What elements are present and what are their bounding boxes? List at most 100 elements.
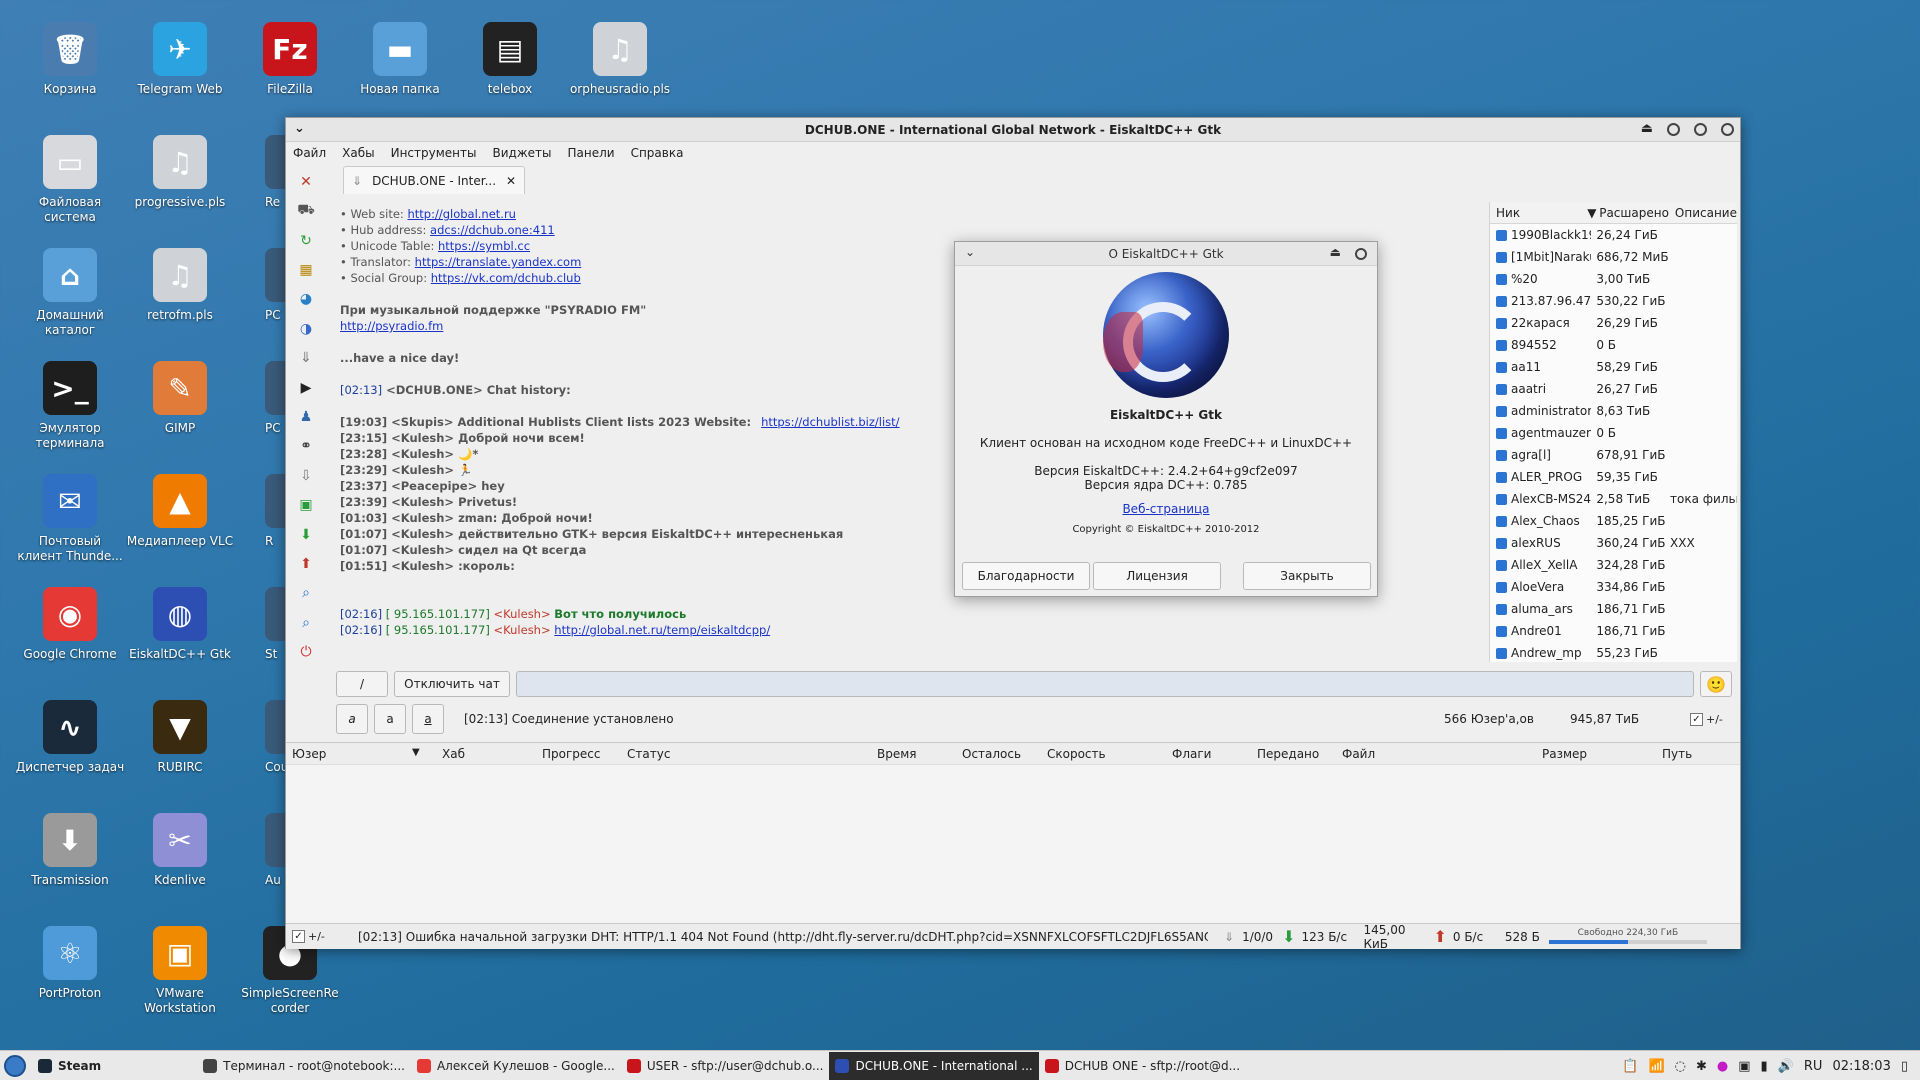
desktop-icon[interactable]: ◉ Google Chrome <box>15 587 125 662</box>
desktop-icon[interactable]: ▬ Новая папка <box>345 22 455 97</box>
chat-link[interactable]: http://global.net.ru <box>407 207 516 221</box>
desktop-icon[interactable]: ⌂ Домашний каталог <box>15 248 125 338</box>
desktop-icon[interactable]: ▼ RUBIRC <box>125 700 235 775</box>
tab-close-icon[interactable]: ✕ <box>506 174 516 188</box>
desktop-icon[interactable]: ▲ Медиаплеер VLC <box>125 474 235 549</box>
desktop-icon[interactable]: ⬇ Transmission <box>15 813 125 888</box>
taskbar-item[interactable]: DCHUB ONE - sftp://root@d... <box>1039 1052 1246 1080</box>
taskbar-item[interactable]: Терминал - root@notebook:... <box>197 1052 411 1080</box>
desktop-icon[interactable]: ▭ Файловая система <box>15 135 125 225</box>
reconnect-icon[interactable]: ↻ <box>294 229 318 252</box>
user-list[interactable]: Ник ▼ Расшарено Описание 1990Blackk19 26,… <box>1489 202 1737 662</box>
col-transferred[interactable]: Передано <box>1257 747 1319 761</box>
user-row[interactable]: AlleX_XellA 324,28 ГиБ <box>1490 554 1737 576</box>
col-file[interactable]: Файл <box>1342 747 1375 761</box>
user-row[interactable]: alexRUS 360,24 ГиБ XXX <box>1490 532 1737 554</box>
desktop-icon[interactable]: ▤ telebox <box>455 22 565 97</box>
taskbar-item[interactable]: DCHUB.ONE - International ... <box>829 1051 1039 1080</box>
finished-icon[interactable]: ⇩ <box>294 464 318 487</box>
user-row[interactable]: AloeVera 334,86 ГиБ <box>1490 576 1737 598</box>
transfers-panel[interactable]: Юзер ▼ Хаб Прогресс Статус Время Осталос… <box>286 742 1740 942</box>
user-row[interactable]: aaatri 26,27 ГиБ <box>1490 378 1737 400</box>
disconnect-icon[interactable]: ✕ <box>294 170 318 193</box>
sort-down-icon[interactable]: ▼ <box>412 747 420 758</box>
bold-button[interactable]: a <box>374 704 406 734</box>
underline-button[interactable]: a <box>412 704 444 734</box>
user-row[interactable]: 213.87.96.47 530,22 ГиБ <box>1490 290 1737 312</box>
col-share[interactable]: Расшарено <box>1593 206 1669 220</box>
menu-file[interactable]: Файл <box>293 146 326 160</box>
chat-link[interactable]: https://vk.com/dchub.club <box>431 271 581 285</box>
msg-nick[interactable]: <Kulesh> <box>494 623 551 637</box>
start-menu-icon[interactable] <box>4 1054 26 1077</box>
log-toggle-checkbox[interactable]: ✓ <box>292 930 305 943</box>
app-tray-icon[interactable]: ● <box>1717 1059 1728 1074</box>
col-flags[interactable]: Флаги <box>1172 747 1211 761</box>
users-icon[interactable]: ♟ <box>294 405 318 428</box>
shade-icon[interactable]: ⏏ <box>1641 121 1653 136</box>
user-row[interactable]: 22карася 26,29 ГиБ <box>1490 312 1737 334</box>
world-icon[interactable]: ◑ <box>294 317 318 340</box>
hash-icon[interactable]: ▣ <box>294 493 318 516</box>
col-speed[interactable]: Скорость <box>1047 747 1106 761</box>
menu-widgets[interactable]: Виджеты <box>492 146 551 160</box>
volume-icon[interactable]: 🔊 <box>1778 1059 1794 1074</box>
taskbar-item[interactable]: Steam <box>32 1052 107 1080</box>
userlist-toggle-checkbox[interactable]: ✓ <box>1690 712 1703 726</box>
desktop-icon[interactable]: ♫ progressive.pls <box>125 135 235 210</box>
menu-panels[interactable]: Панели <box>567 146 614 160</box>
col-size[interactable]: Размер <box>1542 747 1587 761</box>
col-time[interactable]: Время <box>877 747 917 761</box>
desktop-icon[interactable]: Fz FileZilla <box>235 22 345 97</box>
col-desc[interactable]: Описание <box>1669 206 1737 220</box>
user-row[interactable]: [1Mbit]Naraku 686,72 МиБ <box>1490 246 1737 268</box>
close-button[interactable]: Закрыть <box>1243 562 1371 590</box>
expand-arrow-icon[interactable]: ▶ <box>294 376 318 399</box>
desktop-icon[interactable]: ✂ Kdenlive <box>125 813 235 888</box>
smile-button[interactable]: 🙂 <box>1700 671 1732 697</box>
col-user[interactable]: Юзер <box>292 747 326 761</box>
italic-button[interactable]: a <box>336 704 368 734</box>
clipboard-icon[interactable]: 📋 <box>1622 1059 1638 1074</box>
keyboard-layout[interactable]: RU <box>1804 1059 1823 1074</box>
user-row[interactable]: Andre01 186,71 ГиБ <box>1490 620 1737 642</box>
col-status[interactable]: Статус <box>627 747 670 761</box>
user-row[interactable]: administrator 8,63 ТиБ <box>1490 400 1737 422</box>
credits-button[interactable]: Благодарности <box>962 562 1090 590</box>
col-remaining[interactable]: Осталось <box>962 747 1021 761</box>
bluetooth-icon[interactable]: ✱ <box>1696 1059 1707 1074</box>
user-row[interactable]: %20 3,00 ТиБ <box>1490 268 1737 290</box>
battery-icon[interactable]: ▮ <box>1761 1059 1768 1074</box>
window-titlebar[interactable]: ⌄ DCHUB.ONE - International Global Netwo… <box>286 118 1740 142</box>
network-icon[interactable]: ◌ <box>1675 1059 1686 1074</box>
favorites-icon[interactable]: ▦ <box>294 258 318 281</box>
chat-link[interactable]: adcs://dchub.one:411 <box>430 223 555 237</box>
user-row[interactable]: Alex_Chaos 185,25 ГиБ <box>1490 510 1737 532</box>
taskbar-item[interactable]: USER - sftp://user@dchub.o... <box>621 1052 830 1080</box>
download-icon[interactable]: ⬇ <box>294 523 318 546</box>
about-web-link[interactable]: Веб-страница <box>955 502 1377 516</box>
user-row[interactable]: 1990Blackk19 26,24 ГиБ <box>1490 224 1737 246</box>
user-row[interactable]: AlexCB-MS24 2,58 ТиБ тока фильмь <box>1490 488 1737 510</box>
desktop-icon[interactable]: ⚛ PortProton <box>15 926 125 1001</box>
slash-button[interactable]: / <box>336 671 388 697</box>
license-button[interactable]: Лицензия <box>1093 562 1221 590</box>
user-row[interactable]: aluma_ars 186,71 ГиБ <box>1490 598 1737 620</box>
quit-icon[interactable]: ⏻ <box>294 641 318 664</box>
taskbar-item[interactable]: Алексей Кулешов - Google... <box>411 1052 621 1080</box>
user-row[interactable]: agentmauzer 0 Б <box>1490 422 1737 444</box>
menu-tools[interactable]: Инструменты <box>391 146 477 160</box>
shade-icon[interactable]: ⏏ <box>1330 245 1341 259</box>
col-progress[interactable]: Прогресс <box>542 747 600 761</box>
desktop-icon[interactable]: ◍ EiskaltDC++ Gtk <box>125 587 235 662</box>
desktop-icon[interactable]: ✈ Telegram Web <box>125 22 235 97</box>
download-queue-icon[interactable]: ⇓ <box>294 346 318 369</box>
desktop-icon[interactable]: 🗑 Корзина <box>15 22 125 97</box>
msg-link[interactable]: http://global.net.ru/temp/eiskaltdcpp/ <box>554 623 770 637</box>
globe-icon[interactable]: ◕ <box>294 288 318 311</box>
menu-help[interactable]: Справка <box>631 146 684 160</box>
notifications-icon[interactable]: ▯ <box>1901 1059 1908 1074</box>
chat-link[interactable]: https://dchublist.biz/list/ <box>761 415 899 429</box>
desktop-icon[interactable]: ▣ VMware Workstation <box>125 926 235 1016</box>
user-row[interactable]: 894552 0 Б <box>1490 334 1737 356</box>
